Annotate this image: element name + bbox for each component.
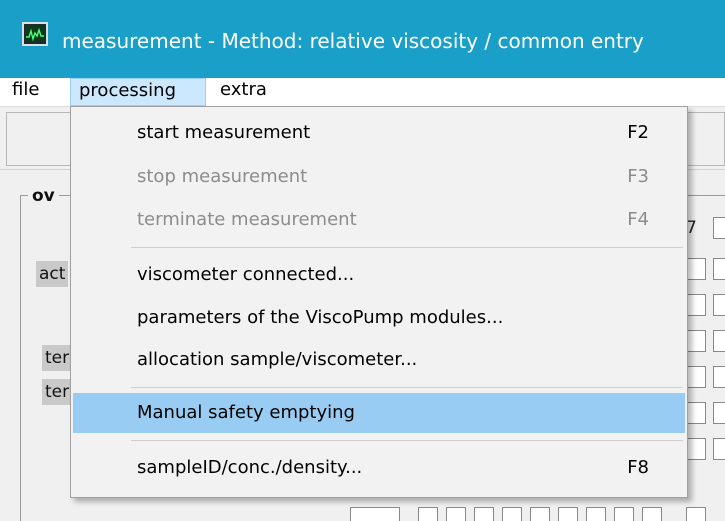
grid-cell[interactable]: [686, 330, 706, 352]
grid-cell[interactable]: [686, 507, 706, 521]
app-monitor-icon: [22, 22, 48, 46]
menu-bar: file processing extra: [0, 78, 725, 107]
menu-item-shortcut: F2: [627, 122, 649, 143]
grid-cell[interactable]: [713, 330, 725, 352]
grid-cell[interactable]: [713, 402, 725, 424]
menu-item-stop-measurement[interactable]: stop measurement F3: [73, 157, 685, 197]
grid-cell[interactable]: [686, 366, 706, 388]
grid-cell[interactable]: [713, 294, 725, 316]
menu-item-viscometer-connected[interactable]: viscometer connected...: [73, 255, 685, 295]
grid-cell[interactable]: [713, 258, 725, 280]
grid-cell[interactable]: [446, 507, 466, 521]
grid-cell[interactable]: [418, 507, 438, 521]
grid-cell[interactable]: [686, 438, 706, 460]
menu-extra[interactable]: extra: [212, 78, 282, 106]
menu-item-allocation-sample-viscometer[interactable]: allocation sample/viscometer...: [73, 340, 685, 380]
menu-item-label: terminate measurement: [137, 209, 357, 230]
window-title: measurement - Method: relative viscosity…: [62, 29, 644, 53]
menu-separator: [131, 387, 683, 388]
processing-dropdown-menu: start measurement F2 stop measurement F3…: [70, 106, 688, 498]
grid-cell[interactable]: [686, 294, 706, 316]
menu-file[interactable]: file: [4, 78, 58, 106]
grid-cell[interactable]: [502, 507, 522, 521]
grid-cell[interactable]: [713, 217, 725, 239]
grid-cell[interactable]: [614, 507, 634, 521]
menu-item-label: parameters of the ViscoPump modules...: [137, 307, 504, 328]
menu-item-label: sampleID/conc./density...: [137, 457, 363, 478]
menu-item-viscopump-parameters[interactable]: parameters of the ViscoPump modules...: [73, 298, 685, 338]
grid-cell[interactable]: [713, 438, 725, 460]
menu-item-shortcut: F3: [627, 166, 649, 187]
overview-group-label: ov: [28, 186, 59, 206]
application-window: measurement - Method: relative viscosity…: [0, 0, 725, 521]
grid-cell[interactable]: [586, 507, 606, 521]
actual-label: act: [36, 261, 69, 287]
menu-item-manual-safety-emptying[interactable]: Manual safety emptying: [73, 393, 685, 433]
menu-item-label: allocation sample/viscometer...: [137, 349, 418, 370]
grid-cell[interactable]: [530, 507, 550, 521]
temperature-label-1: ter: [42, 345, 73, 371]
menu-item-label: stop measurement: [137, 166, 308, 187]
menu-separator: [131, 247, 683, 248]
menu-item-label: viscometer connected...: [137, 264, 355, 285]
menu-item-label: Manual safety emptying: [137, 402, 355, 423]
menu-processing[interactable]: processing: [70, 78, 206, 106]
menu-item-start-measurement[interactable]: start measurement F2: [73, 113, 685, 153]
menu-item-label: start measurement: [137, 122, 311, 143]
menu-item-terminate-measurement[interactable]: terminate measurement F4: [73, 200, 685, 240]
temperature-label-2: ter: [42, 379, 73, 405]
grid-cell[interactable]: [686, 402, 706, 424]
menu-item-shortcut: F4: [627, 209, 649, 230]
grid-cell[interactable]: [474, 507, 494, 521]
title-bar[interactable]: measurement - Method: relative viscosity…: [0, 0, 725, 78]
grid-cell[interactable]: [642, 507, 662, 521]
grid-cell[interactable]: [350, 507, 400, 521]
menu-item-shortcut: F8: [627, 457, 649, 478]
grid-cell[interactable]: [686, 258, 706, 280]
grid-cell[interactable]: [713, 366, 725, 388]
menu-separator: [131, 440, 683, 441]
menu-item-sampleid-conc-density[interactable]: sampleID/conc./density... F8: [73, 448, 685, 488]
grid-cell[interactable]: [558, 507, 578, 521]
